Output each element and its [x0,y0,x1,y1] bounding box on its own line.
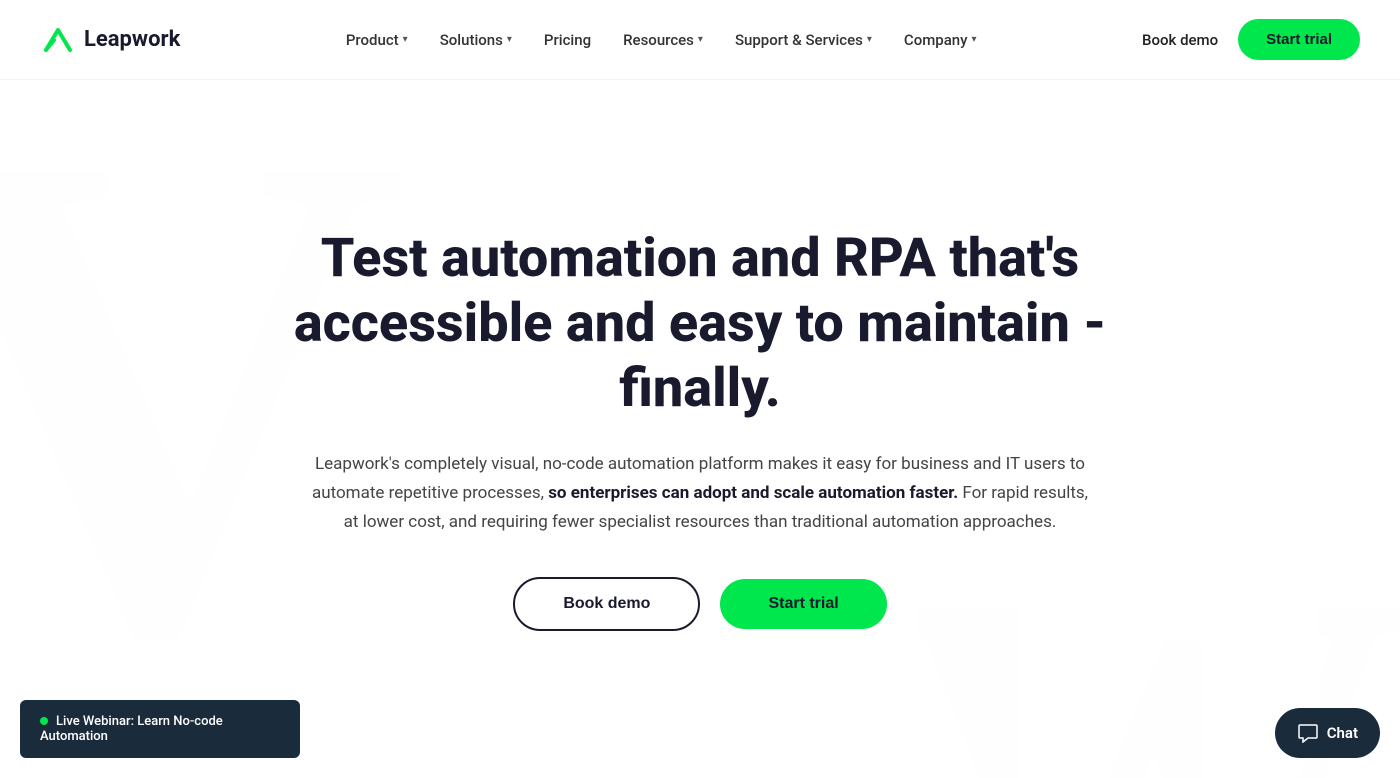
chat-icon [1297,722,1319,744]
nav-link-pricing[interactable]: Pricing [544,31,591,49]
chat-label: Chat [1327,724,1358,742]
leapwork-logo-icon [40,22,76,58]
nav-links: Product ▾ Solutions ▾ Pricing Resources … [346,31,977,49]
nav-item-solutions[interactable]: Solutions ▾ [440,31,512,49]
nav-item-company[interactable]: Company ▾ [904,31,977,49]
nav-link-product[interactable]: Product ▾ [346,31,408,49]
nav-actions: Book demo Start trial [1142,19,1360,60]
chevron-down-icon: ▾ [972,34,977,45]
nav-link-resources[interactable]: Resources ▾ [623,31,703,49]
webinar-banner[interactable]: Live Webinar: Learn No-code Automation [20,700,300,758]
nav-item-resources[interactable]: Resources ▾ [623,31,703,49]
hero-description: Leapwork's completely visual, no-code au… [310,450,1090,537]
nav-link-company[interactable]: Company ▾ [904,31,977,49]
hero-description-bold: so enterprises can adopt and scale autom… [548,483,958,503]
brand-name: Leapwork [84,27,180,52]
start-trial-hero-button[interactable]: Start trial [720,579,886,629]
hero-content: Test automation and RPA that's accessibl… [250,227,1150,630]
nav-item-support-services[interactable]: Support & Services ▾ [735,31,872,49]
book-demo-hero-button[interactable]: Book demo [513,577,700,631]
book-demo-nav-link[interactable]: Book demo [1142,31,1218,49]
nav-link-support-services[interactable]: Support & Services ▾ [735,31,872,49]
nav-item-pricing[interactable]: Pricing [544,31,591,49]
logo[interactable]: Leapwork [40,22,180,58]
chevron-down-icon: ▾ [403,34,408,45]
nav-item-product[interactable]: Product ▾ [346,31,408,49]
chevron-down-icon: ▾ [507,34,512,45]
chevron-down-icon: ▾ [698,34,703,45]
live-indicator [40,717,48,725]
webinar-label: Live Webinar: Learn No-code Automation [40,714,223,744]
navbar: Leapwork Product ▾ Solutions ▾ Pricing R… [0,0,1400,80]
chat-bubble[interactable]: Chat [1275,708,1380,758]
nav-link-solutions[interactable]: Solutions ▾ [440,31,512,49]
hero-buttons: Book demo Start trial [250,577,1150,631]
hero-title: Test automation and RPA that's accessibl… [250,227,1150,421]
hero-section: V eap work Test automation and RPA that'… [0,80,1400,778]
start-trial-nav-button[interactable]: Start trial [1238,19,1360,60]
chevron-down-icon: ▾ [867,34,872,45]
